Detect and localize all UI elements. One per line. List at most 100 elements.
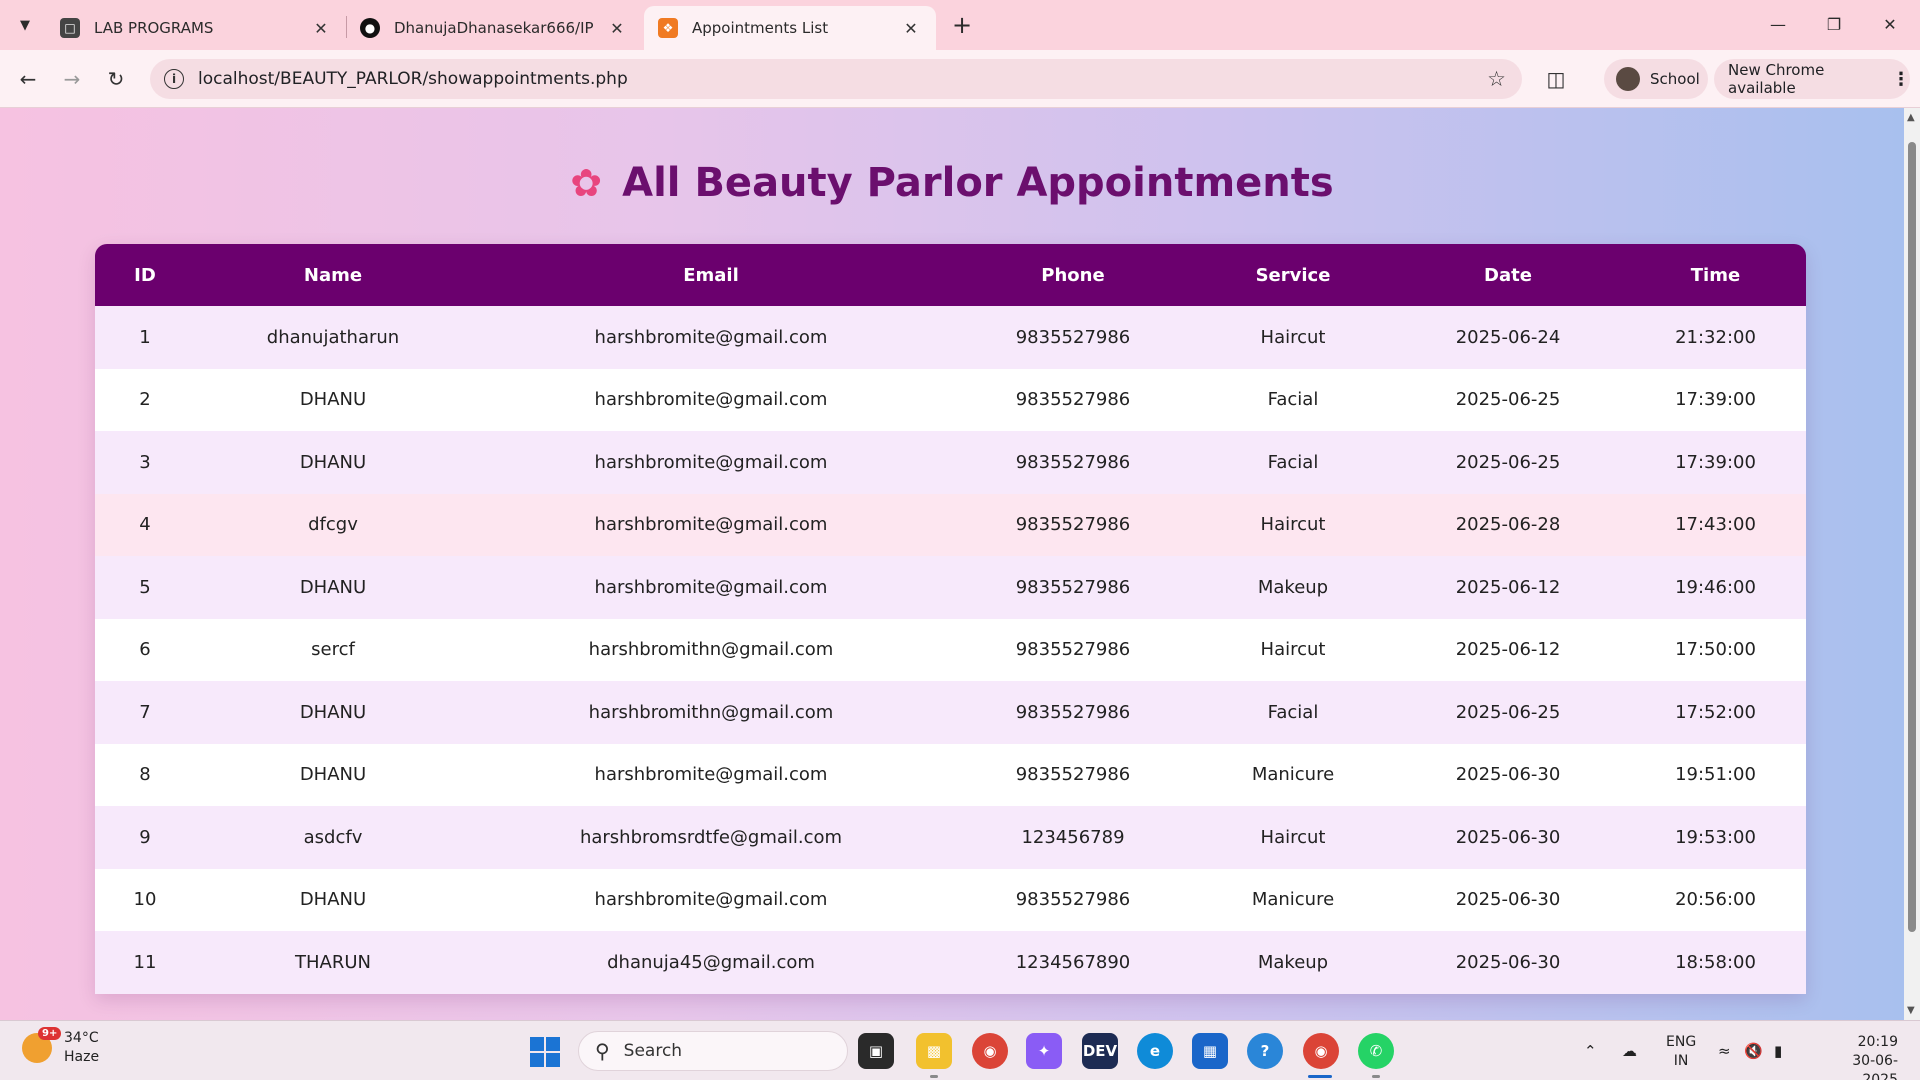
- close-icon[interactable]: ✕: [900, 17, 922, 39]
- table-row: 1 dhanujatharun harshbromite@gmail.com 9835…: [95, 306, 1806, 369]
- cell-time: 17:43:00: [1625, 493, 1806, 556]
- chrome-icon[interactable]: ◉: [972, 1033, 1008, 1069]
- column-header-email: Email: [471, 244, 951, 306]
- profile-button[interactable]: School: [1604, 59, 1708, 99]
- cell-date: 2025-06-25: [1391, 431, 1625, 494]
- restore-icon: ❐: [1826, 14, 1842, 34]
- start-button[interactable]: [530, 1037, 560, 1067]
- cell-email: harshbromite@gmail.com: [471, 743, 951, 806]
- tab-search-button[interactable]: ▼: [10, 10, 40, 40]
- restore-button[interactable]: ❐: [1806, 0, 1862, 48]
- copilot-icon[interactable]: ✦: [1026, 1033, 1062, 1069]
- column-header-service: Service: [1195, 244, 1391, 306]
- page-scrollbar[interactable]: ▲ ▼: [1904, 108, 1920, 1020]
- new-tab-button[interactable]: +: [948, 11, 976, 39]
- bookmark-star-icon[interactable]: ☆: [1487, 67, 1506, 91]
- microsoft-store-icon[interactable]: ▦: [1192, 1033, 1228, 1069]
- chrome-profile-icon[interactable]: ◉: [1303, 1033, 1339, 1069]
- weather-widget[interactable]: 9+ 34°C Haze: [22, 1027, 99, 1067]
- help-icon[interactable]: ?: [1247, 1033, 1283, 1069]
- language-indicator[interactable]: ENG IN: [1666, 1033, 1696, 1071]
- site-info-icon[interactable]: i: [164, 69, 184, 89]
- clock-date: 30-06-2025: [1852, 1053, 1898, 1080]
- notification-badge: 9+: [38, 1027, 62, 1040]
- cell-time: 19:53:00: [1625, 806, 1806, 869]
- weather-sun-icon: 9+: [22, 1027, 62, 1063]
- onedrive-icon[interactable]: ☁: [1622, 1021, 1637, 1080]
- page-title: ✿ All Beauty Parlor Appointments: [0, 160, 1904, 206]
- cell-service: Manicure: [1195, 743, 1391, 806]
- reload-icon: ↻: [107, 67, 125, 91]
- cell-date: 2025-06-30: [1391, 868, 1625, 931]
- weather-temperature: 34°C: [64, 1030, 99, 1046]
- profile-label: School: [1650, 70, 1700, 88]
- table-header-row: ID Name Email Phone Service Date Time: [95, 244, 1806, 306]
- close-icon[interactable]: ✕: [310, 17, 332, 39]
- windows-logo-tile: [530, 1037, 544, 1051]
- windows-logo-tile: [530, 1053, 544, 1067]
- back-button[interactable]: ←: [12, 63, 44, 95]
- cell-email: harshbromite@gmail.com: [471, 431, 951, 494]
- cell-date: 2025-06-24: [1391, 306, 1625, 369]
- file-explorer-icon[interactable]: ▩: [916, 1033, 952, 1069]
- forward-button[interactable]: →: [56, 63, 88, 95]
- windows-taskbar: 9+ 34°C Haze ⚲ Search ▣ ▩ ◉ ✦ DEV e ▦ ? …: [0, 1020, 1920, 1080]
- chrome-update-button[interactable]: New Chrome available ⋮: [1714, 59, 1910, 99]
- plus-icon: +: [951, 11, 973, 39]
- cell-service: Makeup: [1195, 931, 1391, 994]
- cell-phone: 123456789: [951, 806, 1195, 869]
- table-body: 1 dhanujatharun harshbromite@gmail.com 9835…: [95, 306, 1806, 994]
- page-title-text: All Beauty Parlor Appointments: [622, 160, 1334, 206]
- cell-email: harshbromsrdtfe@gmail.com: [471, 806, 951, 869]
- minimize-button[interactable]: —: [1750, 0, 1806, 48]
- edge-icon[interactable]: e: [1137, 1033, 1173, 1069]
- extensions-button[interactable]: ◫: [1540, 63, 1572, 95]
- minimize-icon: —: [1770, 14, 1786, 34]
- cell-date: 2025-06-12: [1391, 556, 1625, 619]
- dev-icon[interactable]: DEV: [1082, 1033, 1118, 1069]
- cell-name: dfcgv: [195, 493, 471, 556]
- cell-service: Makeup: [1195, 556, 1391, 619]
- close-icon[interactable]: ✕: [606, 17, 628, 39]
- system-clock[interactable]: 20:19 30-06-2025: [1818, 1033, 1898, 1080]
- region-code: IN: [1673, 1053, 1689, 1069]
- active-indicator: [1308, 1075, 1332, 1078]
- battery-icon[interactable]: ▮: [1774, 1021, 1782, 1080]
- task-view-icon[interactable]: ▣: [858, 1033, 894, 1069]
- cell-id: 7: [95, 681, 195, 744]
- page-viewport: ✿ All Beauty Parlor Appointments ID Name…: [0, 108, 1904, 1020]
- show-hidden-icons-button[interactable]: ⌃: [1584, 1021, 1597, 1080]
- wifi-icon[interactable]: ≈: [1718, 1021, 1731, 1080]
- scrollbar-thumb[interactable]: [1908, 142, 1916, 932]
- windows-logo-tile: [546, 1037, 560, 1051]
- taskbar-search[interactable]: ⚲ Search: [578, 1031, 848, 1071]
- address-bar[interactable]: i localhost/BEAUTY_PARLOR/showappointmen…: [150, 59, 1522, 99]
- browser-toolbar: ← → ↻ i localhost/BEAUTY_PARLOR/showappo…: [0, 50, 1920, 108]
- xampp-icon: ❖: [658, 18, 678, 38]
- cell-name: DHANU: [195, 681, 471, 744]
- tab-appointments-list[interactable]: ❖ Appointments List ✕: [644, 6, 936, 50]
- tab-title: Appointments List: [692, 19, 829, 37]
- scroll-up-icon[interactable]: ▲: [1907, 112, 1915, 123]
- tab-github[interactable]: ● DhanujaDhanasekar666/IP ✕: [346, 6, 642, 50]
- cell-email: harshbromite@gmail.com: [471, 306, 951, 369]
- search-icon: ⚲: [595, 1039, 610, 1063]
- running-indicator: [1372, 1075, 1380, 1078]
- column-header-phone: Phone: [951, 244, 1195, 306]
- cell-date: 2025-06-28: [1391, 493, 1625, 556]
- column-header-name: Name: [195, 244, 471, 306]
- close-window-button[interactable]: ✕: [1862, 0, 1918, 48]
- reload-button[interactable]: ↻: [100, 63, 132, 95]
- cell-id: 5: [95, 556, 195, 619]
- running-indicator: [930, 1075, 938, 1078]
- cell-name: THARUN: [195, 931, 471, 994]
- speaker-muted-icon[interactable]: 🔇: [1744, 1021, 1763, 1080]
- tab-lab-programs[interactable]: □ LAB PROGRAMS ✕: [46, 6, 346, 50]
- whatsapp-icon[interactable]: ✆: [1358, 1033, 1394, 1069]
- puzzle-icon: ◫: [1546, 67, 1566, 91]
- table-row: 3 DHANU harshbromite@gmail.com 9835527986 Fa…: [95, 431, 1806, 494]
- url-text[interactable]: localhost/BEAUTY_PARLOR/showappointments…: [198, 69, 628, 89]
- cell-phone: 9835527986: [951, 306, 1195, 369]
- cell-name: asdcfv: [195, 806, 471, 869]
- scroll-down-icon[interactable]: ▼: [1907, 1005, 1915, 1016]
